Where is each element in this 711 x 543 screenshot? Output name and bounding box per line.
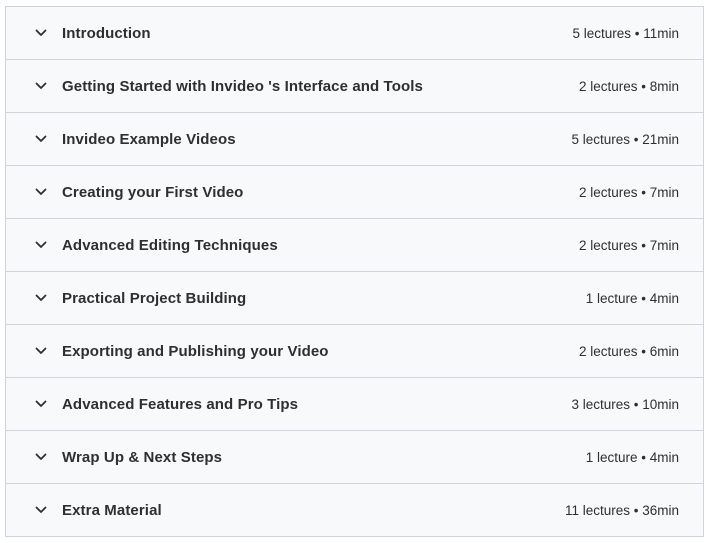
chevron-down-icon (34, 503, 48, 517)
section-meta: 2 lectures • 7min (578, 237, 679, 253)
course-curriculum: Introduction 5 lectures • 11min Getting … (5, 6, 704, 537)
chevron-down-icon (34, 26, 48, 40)
section-title: Introduction (62, 24, 151, 42)
section-meta: 2 lectures • 7min (578, 184, 679, 200)
section-getting-started[interactable]: Getting Started with Invideo 's Interfac… (6, 60, 703, 113)
section-introduction[interactable]: Introduction 5 lectures • 11min (6, 7, 703, 60)
section-meta: 3 lectures • 10min (571, 396, 679, 412)
section-meta: 5 lectures • 21min (571, 131, 679, 147)
section-title: Extra Material (62, 501, 162, 519)
section-advanced-features[interactable]: Advanced Features and Pro Tips 3 lecture… (6, 378, 703, 431)
chevron-down-icon (34, 397, 48, 411)
section-meta: 2 lectures • 8min (578, 78, 679, 94)
section-exporting[interactable]: Exporting and Publishing your Video 2 le… (6, 325, 703, 378)
section-wrap-up[interactable]: Wrap Up & Next Steps 1 lecture • 4min (6, 431, 703, 484)
section-extra-material[interactable]: Extra Material 11 lectures • 36min (6, 484, 703, 536)
chevron-down-icon (34, 344, 48, 358)
chevron-down-icon (34, 450, 48, 464)
section-title: Advanced Features and Pro Tips (62, 395, 299, 413)
section-title: Invideo Example Videos (62, 130, 236, 148)
section-title: Exporting and Publishing your Video (62, 342, 329, 360)
section-project-building[interactable]: Practical Project Building 1 lecture • 4… (6, 272, 703, 325)
section-title: Getting Started with Invideo 's Interfac… (62, 77, 423, 95)
section-meta: 2 lectures • 6min (578, 343, 679, 359)
chevron-down-icon (34, 291, 48, 305)
chevron-down-icon (34, 132, 48, 146)
section-title: Advanced Editing Techniques (62, 236, 278, 254)
section-first-video[interactable]: Creating your First Video 2 lectures • 7… (6, 166, 703, 219)
section-title: Creating your First Video (62, 183, 244, 201)
section-meta: 1 lecture • 4min (585, 290, 679, 306)
chevron-down-icon (34, 185, 48, 199)
section-example-videos[interactable]: Invideo Example Videos 5 lectures • 21mi… (6, 113, 703, 166)
section-advanced-editing[interactable]: Advanced Editing Techniques 2 lectures •… (6, 219, 703, 272)
section-meta: 5 lectures • 11min (572, 25, 679, 41)
section-meta: 1 lecture • 4min (585, 449, 679, 465)
chevron-down-icon (34, 79, 48, 93)
chevron-down-icon (34, 238, 48, 252)
section-meta: 11 lectures • 36min (564, 502, 679, 518)
section-title: Wrap Up & Next Steps (62, 448, 223, 466)
section-title: Practical Project Building (62, 289, 247, 307)
